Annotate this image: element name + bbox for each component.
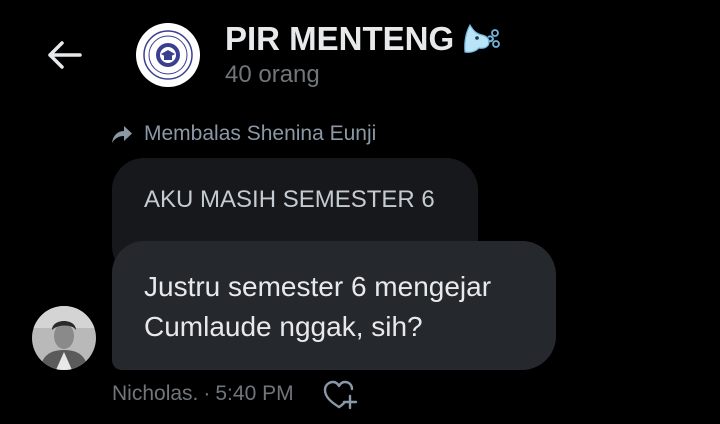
member-count: 40 orang bbox=[225, 61, 320, 88]
group-name: PIR MENTENG bbox=[225, 20, 455, 57]
quoted-message-text: AKU MASIH SEMESTER 6 bbox=[144, 186, 435, 213]
group-avatar[interactable] bbox=[136, 23, 200, 87]
heart-plus-icon bbox=[323, 380, 358, 410]
back-button[interactable] bbox=[40, 34, 88, 76]
arrow-left-icon bbox=[48, 41, 82, 69]
reply-arrow-icon bbox=[112, 126, 132, 143]
sender-avatar[interactable] bbox=[32, 306, 96, 370]
message-time: 5:40 PM bbox=[215, 382, 294, 405]
sender-name[interactable]: Nicholas. bbox=[112, 380, 198, 408]
school-logo-icon bbox=[143, 30, 193, 80]
reply-label: Membalas Shenina Eunji bbox=[144, 122, 377, 145]
message-bubble[interactable]: Justru semester 6 mengejar Cumlaude ngga… bbox=[112, 241, 556, 370]
message-text-line: Justru semester 6 mengejar bbox=[144, 271, 492, 302]
group-title[interactable]: PIR MENTENG bbox=[225, 19, 501, 59]
reply-context[interactable]: Membalas Shenina Eunji bbox=[110, 120, 376, 148]
message-text-line: Cumlaude nggak, sih? bbox=[144, 311, 423, 342]
wind-emoji-icon bbox=[462, 22, 501, 56]
meta-separator: · bbox=[203, 382, 211, 405]
profile-photo-icon bbox=[32, 306, 96, 370]
react-button[interactable] bbox=[322, 378, 358, 412]
message-meta: Nicholas. · 5:40 PM bbox=[112, 380, 294, 408]
